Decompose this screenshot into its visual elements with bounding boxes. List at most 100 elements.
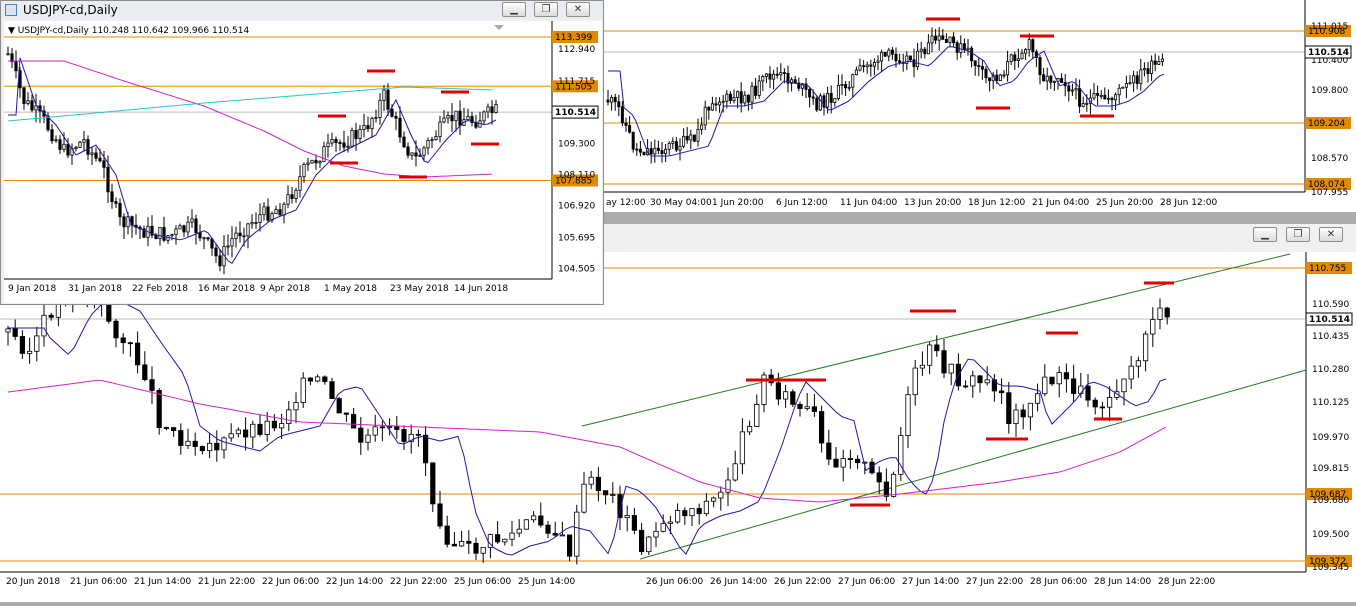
top-candle-24	[692, 134, 696, 142]
top-candle-94	[944, 39, 948, 43]
bottom-candle-33	[242, 429, 249, 438]
top-candle-122	[1045, 75, 1049, 82]
daily-candle-15	[66, 143, 70, 156]
daily-candle-82	[334, 139, 338, 143]
daily-candle-108	[438, 121, 442, 137]
bottom-candle-5	[41, 314, 47, 337]
bottom-candle-101	[732, 463, 738, 481]
daily-candle-112	[454, 110, 458, 122]
top-candle-1	[610, 97, 614, 103]
daily-candle-37	[154, 234, 158, 240]
daily-candle-11	[50, 129, 54, 142]
bottom-candle-58	[422, 434, 429, 464]
bottom-candle-1	[12, 328, 18, 337]
daily-candle-20	[86, 139, 90, 155]
daily-maximize-button[interactable]: ❐	[534, 2, 558, 17]
top-candle-86	[916, 50, 920, 68]
top-chart-pane[interactable]: 110.908 109.204 108.074 111.015 110.400 109.8…	[600, 0, 1356, 212]
top-candle-39	[746, 94, 750, 103]
top-price-tick-4: 107.955	[1311, 188, 1348, 198]
bottom-candle-59	[430, 462, 436, 505]
top-candle-34	[728, 93, 732, 101]
daily-candle-117	[474, 122, 478, 128]
top-candle-0	[606, 99, 610, 103]
daily-chart-header: ▼ USDJPY-cd,Daily 110.248 110.642 109.96…	[8, 26, 249, 36]
bottom-candle-111	[804, 406, 810, 409]
bottom-candle-98	[711, 497, 717, 502]
bottom-price-tick-2: 110.280	[1312, 365, 1349, 375]
bottom-candle-88	[639, 529, 645, 553]
top-candle-142	[1117, 87, 1121, 96]
daily-candle-19	[82, 139, 86, 143]
bottom-date-tick-12: 27 Jun 06:00	[838, 577, 895, 587]
bottom-maximize-button[interactable]: ❐	[1286, 227, 1310, 242]
daily-date-tick-4: 9 Apr 2018	[260, 284, 310, 294]
bottom-candle-0	[5, 328, 11, 333]
bottom-candle-84	[610, 494, 616, 496]
bottom-candle-66	[480, 546, 486, 554]
daily-current-label: 110.514	[555, 108, 596, 118]
top-candle-76	[880, 51, 884, 62]
top-candle-47	[775, 73, 779, 76]
daily-candle-14	[62, 143, 66, 150]
daily-window-titlebar[interactable]: USDJPY-cd,Daily ▁ ❐ ✕	[1, 1, 603, 19]
bottom-candle-113	[819, 411, 825, 444]
bottom-candle-74	[538, 515, 544, 526]
bottom-candle-131	[948, 363, 954, 374]
daily-candle-120	[486, 106, 490, 113]
daily-minimize-button[interactable]: ▁	[502, 2, 526, 17]
daily-candle-97	[394, 116, 398, 119]
daily-price-tick-4: 106.920	[558, 202, 595, 212]
daily-close-button[interactable]: ✕	[566, 2, 590, 17]
daily-candle-80	[326, 142, 330, 147]
top-date-tick-7: 21 Jun 04:00	[1032, 198, 1089, 208]
top-candle-59	[818, 95, 822, 111]
bottom-price-tick-3: 110.125	[1312, 398, 1349, 408]
bottom-date-tick-10: 26 Jun 14:00	[710, 577, 767, 587]
top-candle-19	[674, 141, 678, 151]
daily-candle-39	[162, 227, 166, 241]
bottom-close-button[interactable]: ✕	[1319, 227, 1343, 242]
daily-candle-58	[238, 232, 242, 237]
daily-date-tick-7: 14 Jun 2018	[454, 284, 508, 294]
bottom-candle-90	[653, 530, 659, 538]
top-candle-111	[1006, 61, 1010, 76]
bottom-candle-133	[963, 385, 969, 388]
daily-candle-113	[458, 110, 462, 126]
top-candle-154	[1160, 58, 1164, 62]
top-candle-66	[844, 84, 848, 89]
top-candle-12	[649, 148, 653, 155]
daily-chart-pane[interactable]: ▼ USDJPY-cd,Daily 110.248 110.642 109.96…	[4, 21, 602, 303]
daily-date-tick-0: 9 Jan 2018	[8, 284, 56, 294]
bottom-candle-108	[783, 391, 789, 400]
top-date-tick-3: 6 Jun 12:00	[776, 198, 828, 208]
bottom-candle-81	[588, 476, 594, 485]
bottom-candle-6	[48, 314, 54, 318]
top-date-tick-1: 30 May 04:00	[650, 198, 712, 208]
bottom-candle-128	[927, 344, 933, 366]
bottom-minimize-button[interactable]: ▁	[1253, 227, 1277, 242]
bottom-candle-50	[365, 434, 371, 443]
bottom-candle-153	[1107, 397, 1113, 408]
daily-chart-svg[interactable]: ▼ USDJPY-cd,Daily 110.248 110.642 109.96…	[4, 21, 602, 303]
top-chart-svg[interactable]: 110.908109.204108.074111.015110.400109.8…	[600, 0, 1356, 212]
daily-candle-44	[182, 225, 186, 233]
bottom-candle-142	[1027, 402, 1033, 418]
bottom-candle-79	[574, 511, 580, 557]
top-candle-55	[804, 83, 808, 90]
daily-date-tick-3: 16 Mar 2018	[198, 284, 255, 294]
bottom-candle-29	[214, 442, 220, 451]
bottom-candle-145	[1049, 376, 1055, 385]
bottom-candle-125	[905, 394, 911, 436]
top-candle-143	[1121, 86, 1125, 89]
top-candle-6	[628, 124, 632, 133]
bottom-price-tick-4: 109.970	[1312, 433, 1349, 443]
daily-candle-29	[122, 216, 126, 228]
top-current-label: 110.514	[1308, 48, 1349, 58]
top-candle-58	[815, 97, 819, 111]
top-candle-105	[984, 68, 988, 79]
top-candle-132	[1081, 103, 1085, 107]
top-candle-70	[858, 65, 862, 71]
daily-candle-42	[174, 228, 178, 236]
top-candle-99	[962, 43, 966, 51]
